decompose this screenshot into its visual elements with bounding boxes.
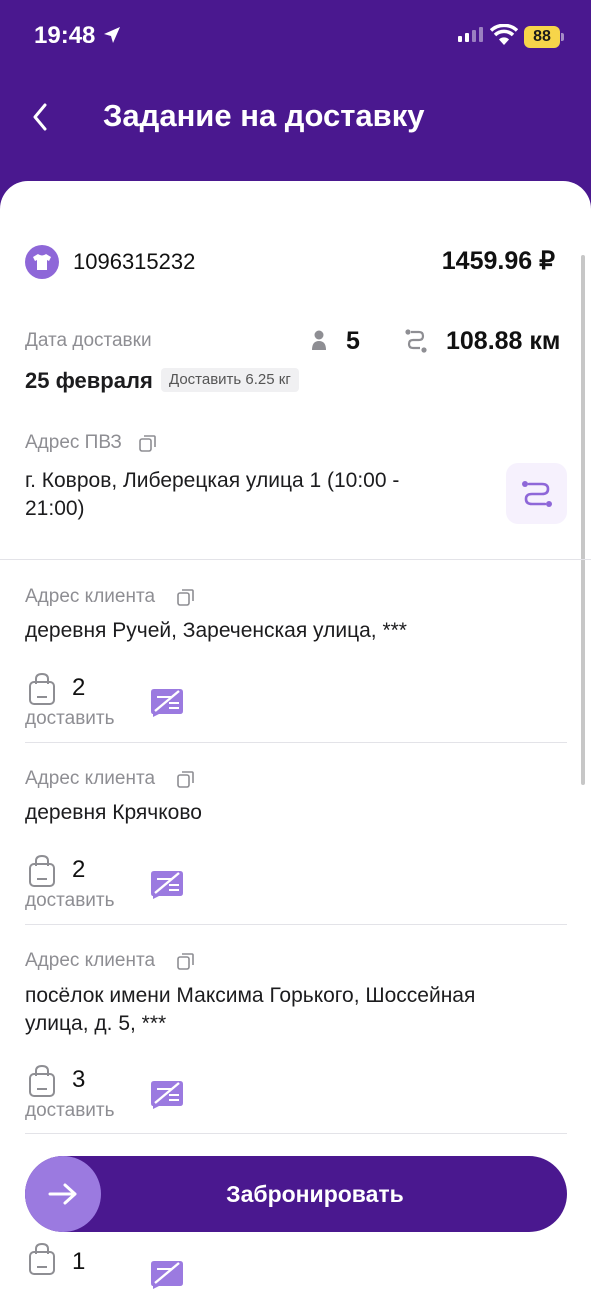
points-count: 5 bbox=[346, 327, 360, 355]
header: 19:48 88 Задание на доставку bbox=[0, 0, 591, 210]
shopping-bag-icon bbox=[29, 1064, 55, 1097]
item-divider bbox=[25, 742, 567, 743]
item-divider bbox=[25, 924, 567, 925]
location-arrow-icon bbox=[104, 27, 120, 43]
client-address: деревня Крячково bbox=[25, 801, 202, 824]
client-address-label: Адрес клиента bbox=[25, 768, 156, 789]
parcel-count: 3 bbox=[72, 1066, 86, 1093]
order-avatar bbox=[25, 245, 59, 279]
pickup-address-line2: 21:00) bbox=[25, 497, 85, 520]
status-time: 19:48 bbox=[34, 22, 96, 49]
scrollbar[interactable] bbox=[581, 255, 585, 785]
no-payment-icon bbox=[151, 871, 183, 899]
order-id: 1096315232 bbox=[73, 249, 196, 274]
parcel-count: 1 bbox=[72, 1248, 86, 1275]
cellular-signal-icon bbox=[458, 27, 483, 42]
route-icon bbox=[521, 480, 552, 507]
copy-icon[interactable] bbox=[177, 952, 195, 970]
back-button[interactable] bbox=[20, 96, 60, 138]
route-icon bbox=[405, 329, 427, 353]
delivery-date-label: Дата доставки bbox=[25, 330, 152, 351]
no-payment-icon bbox=[151, 689, 183, 717]
shopping-bag-icon bbox=[29, 1242, 55, 1275]
delivery-date-value: 25 февраля bbox=[25, 368, 153, 393]
no-payment-icon bbox=[151, 1261, 183, 1289]
item-divider bbox=[25, 1133, 567, 1134]
page-title: Задание на доставку bbox=[103, 98, 425, 133]
parcel-count: 2 bbox=[72, 856, 86, 883]
weight-badge: Доставить 6.25 кг bbox=[161, 368, 299, 392]
no-payment-icon bbox=[151, 1081, 183, 1109]
client-address-label: Адрес клиента bbox=[25, 950, 156, 971]
copy-icon[interactable] bbox=[177, 588, 195, 606]
client-address-line1: посёлок имени Максима Горького, Шоссейна… bbox=[25, 984, 476, 1007]
deliver-label: доставить bbox=[25, 890, 115, 911]
section-divider bbox=[0, 559, 591, 560]
shopping-bag-icon bbox=[29, 672, 55, 705]
person-icon bbox=[312, 330, 326, 350]
copy-icon[interactable] bbox=[139, 434, 157, 452]
shopping-bag-icon bbox=[29, 854, 55, 887]
parcel-count: 2 bbox=[72, 674, 86, 701]
pickup-address-label: Адрес ПВЗ bbox=[25, 432, 122, 453]
client-address-line2: улица, д. 5, *** bbox=[25, 1012, 167, 1035]
open-route-button[interactable] bbox=[506, 463, 567, 524]
deliver-label: доставить bbox=[25, 1100, 115, 1121]
book-button[interactable] bbox=[25, 1156, 567, 1232]
client-address-label: Адрес клиента bbox=[25, 586, 156, 607]
book-arrow-button[interactable] bbox=[25, 1156, 101, 1232]
client-address: деревня Ручей, Зареченская улица, *** bbox=[25, 619, 407, 642]
route-distance: 108.88 км bbox=[446, 327, 561, 355]
chevron-left-icon bbox=[33, 103, 47, 131]
wifi-icon bbox=[490, 24, 518, 45]
order-price: 1459.96 ₽ bbox=[441, 247, 555, 275]
tshirt-icon bbox=[33, 254, 51, 270]
copy-icon[interactable] bbox=[177, 770, 195, 788]
arrow-right-icon bbox=[48, 1183, 77, 1205]
battery-indicator: 88 bbox=[524, 26, 560, 48]
pickup-address-line1: г. Ковров, Либерецкая улица 1 (10:00 - bbox=[25, 469, 400, 492]
battery-tip bbox=[561, 33, 564, 41]
deliver-label: доставить bbox=[25, 708, 115, 729]
